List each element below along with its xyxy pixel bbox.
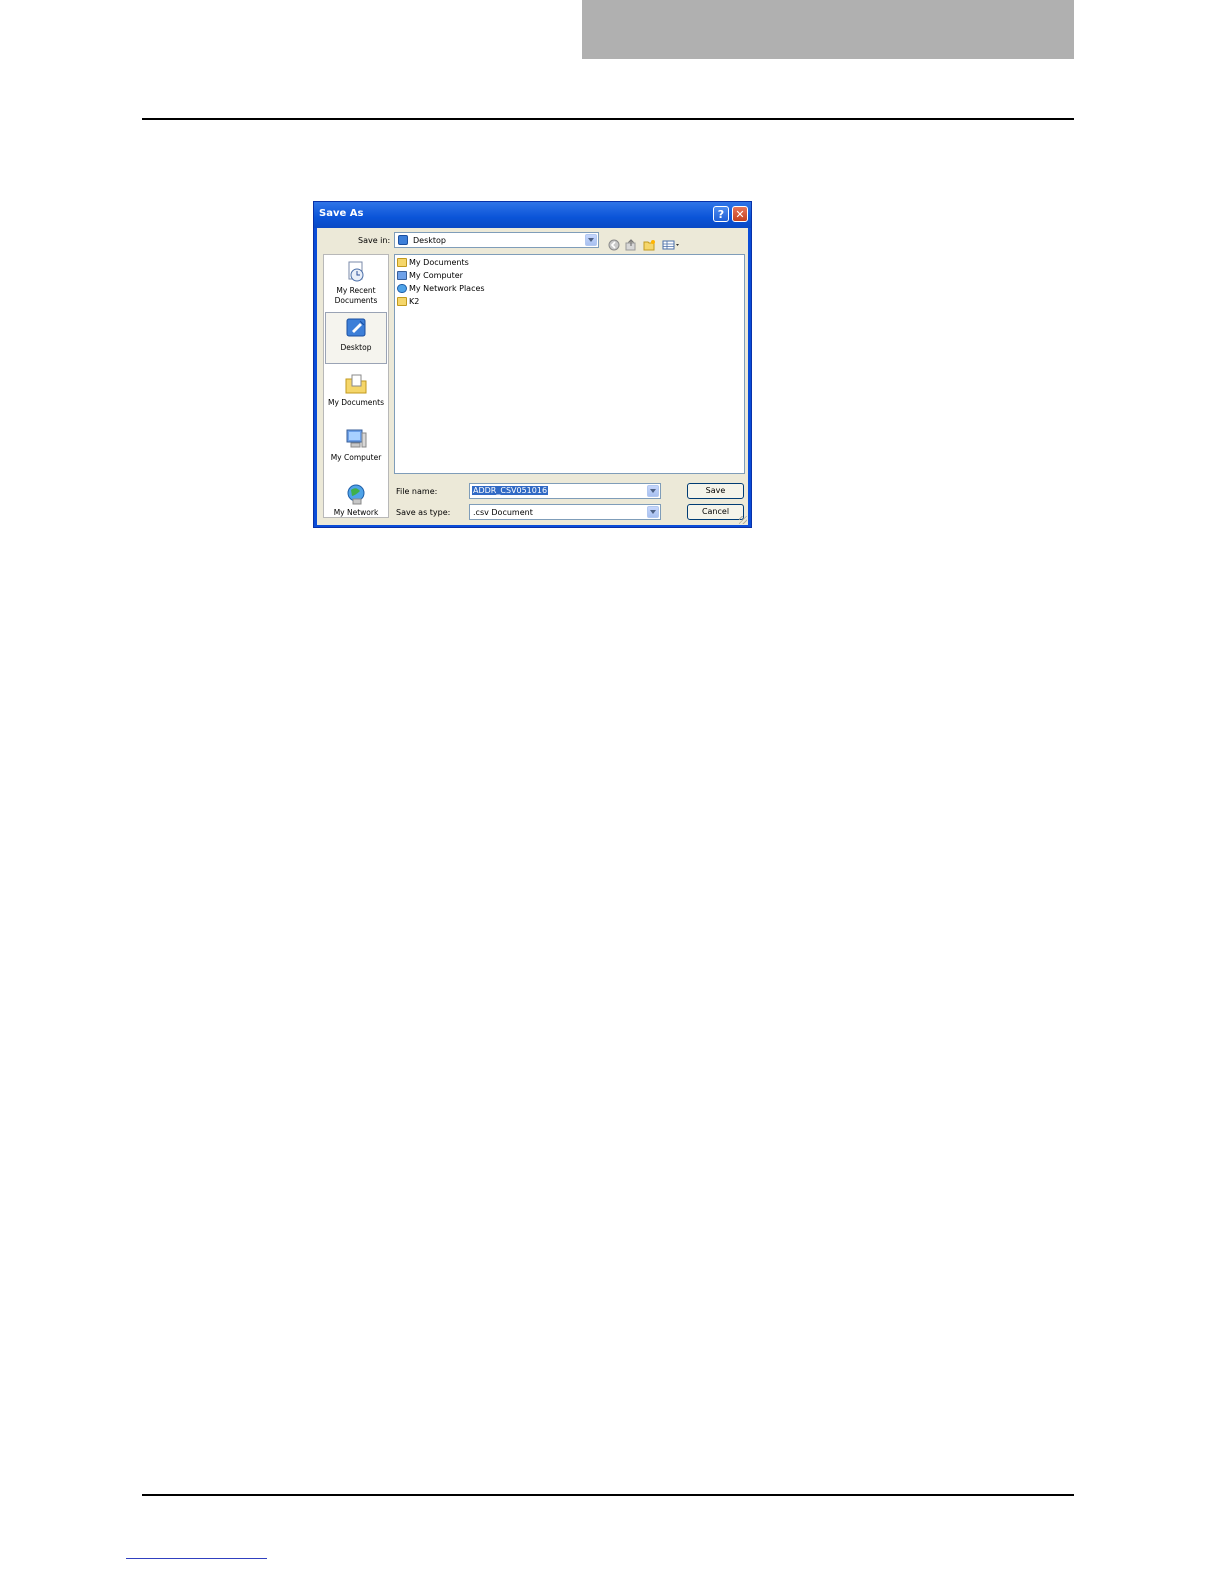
file-name-label: File name:	[396, 487, 438, 496]
recent-documents-icon	[344, 261, 368, 286]
save-in-dropdown[interactable]: Desktop	[394, 232, 599, 248]
save-as-type-dropdown[interactable]: .csv Document	[469, 504, 661, 520]
file-list[interactable]: My Documents My Computer My Network Plac…	[394, 254, 745, 474]
footer-rule	[142, 1494, 1074, 1496]
place-my-computer[interactable]: My Computer	[325, 427, 387, 471]
place-my-network[interactable]: My Network	[325, 482, 387, 518]
save-in-label: Save in:	[358, 236, 391, 245]
my-computer-icon	[344, 429, 368, 453]
footer-link-underline[interactable]	[126, 1558, 267, 1559]
file-name-value: ADDR_CSV051016	[472, 486, 549, 495]
save-button[interactable]: Save	[687, 483, 744, 499]
close-button[interactable]: ✕	[732, 206, 748, 222]
place-desktop[interactable]: Desktop	[325, 312, 387, 364]
my-documents-icon	[344, 374, 368, 398]
list-item[interactable]: My Documents	[397, 258, 469, 270]
header-tab	[582, 0, 1074, 59]
list-item[interactable]: My Network Places	[397, 284, 485, 296]
place-label: Desktop	[340, 343, 372, 352]
views-menu-icon[interactable]	[662, 239, 680, 254]
place-label: My Documents	[327, 398, 385, 407]
save-as-type-value: .csv Document	[473, 508, 533, 517]
folder-icon	[397, 297, 407, 306]
title-bar[interactable]: Save As ? ✕	[314, 202, 751, 228]
header-rule	[142, 118, 1074, 120]
place-my-documents[interactable]: My Documents	[325, 372, 387, 416]
file-name-label: My Computer	[409, 271, 463, 280]
save-as-type-label: Save as type:	[396, 508, 451, 517]
dialog-body: Save in: Desktop My Recent Documents Des…	[317, 228, 748, 525]
desktop-icon	[344, 318, 368, 342]
my-documents-icon	[397, 258, 407, 267]
network-icon	[344, 484, 368, 508]
my-computer-icon	[397, 271, 407, 280]
places-bar: My Recent Documents Desktop My Documents	[323, 254, 389, 518]
dialog-title: Save As	[319, 208, 364, 219]
help-button[interactable]: ?	[713, 206, 729, 222]
resize-grip[interactable]	[739, 516, 747, 524]
file-name-label: My Network Places	[409, 284, 485, 293]
place-label: My Network	[333, 508, 379, 517]
back-icon[interactable]	[608, 239, 620, 254]
cancel-button[interactable]: Cancel	[687, 504, 744, 520]
chevron-down-icon[interactable]	[647, 506, 659, 518]
chevron-down-icon[interactable]	[647, 485, 659, 497]
save-as-dialog: Save As ? ✕ Save in: Desktop My Recent D…	[313, 201, 752, 528]
desktop-icon	[398, 235, 408, 245]
save-in-value: Desktop	[413, 236, 446, 245]
chevron-down-icon[interactable]	[585, 234, 597, 246]
list-item[interactable]: My Computer	[397, 271, 463, 283]
network-icon	[397, 284, 407, 293]
file-name-input[interactable]: ADDR_CSV051016	[469, 483, 661, 499]
place-label-line2: Documents	[334, 296, 378, 305]
up-folder-icon[interactable]	[625, 239, 637, 254]
file-name-label: K2	[409, 297, 420, 306]
new-folder-icon[interactable]	[643, 239, 656, 254]
file-name-label: My Documents	[409, 258, 469, 267]
place-recent-documents[interactable]: My Recent Documents	[325, 260, 387, 310]
place-label: My Computer	[330, 453, 382, 462]
list-item[interactable]: K2	[397, 297, 419, 309]
place-label: My Recent	[336, 286, 376, 295]
